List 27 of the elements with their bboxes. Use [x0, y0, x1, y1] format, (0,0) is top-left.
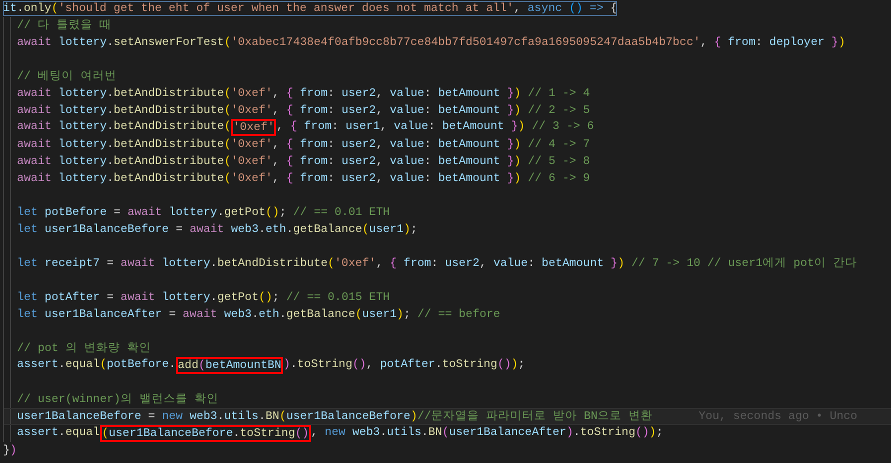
highlight-box: (user1BalanceBefore.toString() [100, 425, 311, 442]
code-text: await lottery.betAndDistribute('0xef', { from: user2, value: betAmount }) // 6 -> 9 [17, 171, 590, 186]
code-text: , new web3.utils.BN(user1BalanceAfter).toString()); [310, 425, 663, 441]
code-text: let user1BalanceBefore = await web3.eth.getBalance(user1); [17, 222, 418, 237]
code-text: assert.equal(potBefore. [17, 357, 176, 373]
code-text: }) [3, 443, 17, 458]
code-text: await lottery.betAndDistribute('0xef', { from: user2, value: betAmount }) // 1 -> 4 [17, 86, 590, 101]
code-text: await lottery.betAndDistribute('0xef', { from: user2, value: betAmount }) // 4 -> 7 [17, 137, 590, 152]
code-text: // user(winner)의 밸런스를 확인 [17, 392, 218, 407]
code-text: let receipt7 = await lottery.betAndDistribute('0xef', { from: user2, value: betAmount }) // 7 -> 10 // user1에게 pot이 간다 [17, 256, 857, 271]
code-text: assert.equal [17, 425, 100, 441]
highlight-box: '0xef' [230, 119, 276, 136]
code-text: let user1BalanceAfter = await web3.eth.getBalance(user1); // == before [17, 307, 500, 322]
code-text: user1BalanceBefore = new web3.utils.BN(user1BalanceBefore)//문자열을 파라미터로 받아 BN으로 변환 [17, 409, 653, 424]
code-text: // 베팅이 여러번 [17, 69, 117, 84]
code-text: let potAfter = await lottery.getPot(); // == 0.015 ETH [17, 290, 390, 305]
code-text: await lottery.betAndDistribute( [17, 119, 231, 135]
code-text: ).toString(), potAfter.toString()); [283, 357, 525, 373]
code-text: // pot 의 변화량 확인 [17, 341, 152, 356]
code-text: await lottery.setAnswerForTest('0xabec17438e4f0afb9cc8b77ce84bb7fd501497cfa9a1695095247daa5b4b7bcc', { from: deployer }) [17, 35, 846, 50]
code-text: // 다 틀렸을 때 [17, 18, 112, 33]
code-text: await lottery.betAndDistribute('0xef', { from: user2, value: betAmount }) // 2 -> 5 [17, 103, 590, 118]
code-text: , { from: user1, value: betAmount }) // 3 -> 6 [276, 119, 594, 135]
highlight-box: add(betAmountBN [176, 357, 284, 374]
code-text: await lottery.betAndDistribute('0xef', { from: user2, value: betAmount }) // 5 -> 8 [17, 154, 590, 169]
code-text: let potBefore = await lottery.getPot(); // == 0.01 ETH [17, 205, 390, 220]
code-text: it.only('should get the eht of user when the answer does not match at all', async () => { [3, 1, 618, 16]
